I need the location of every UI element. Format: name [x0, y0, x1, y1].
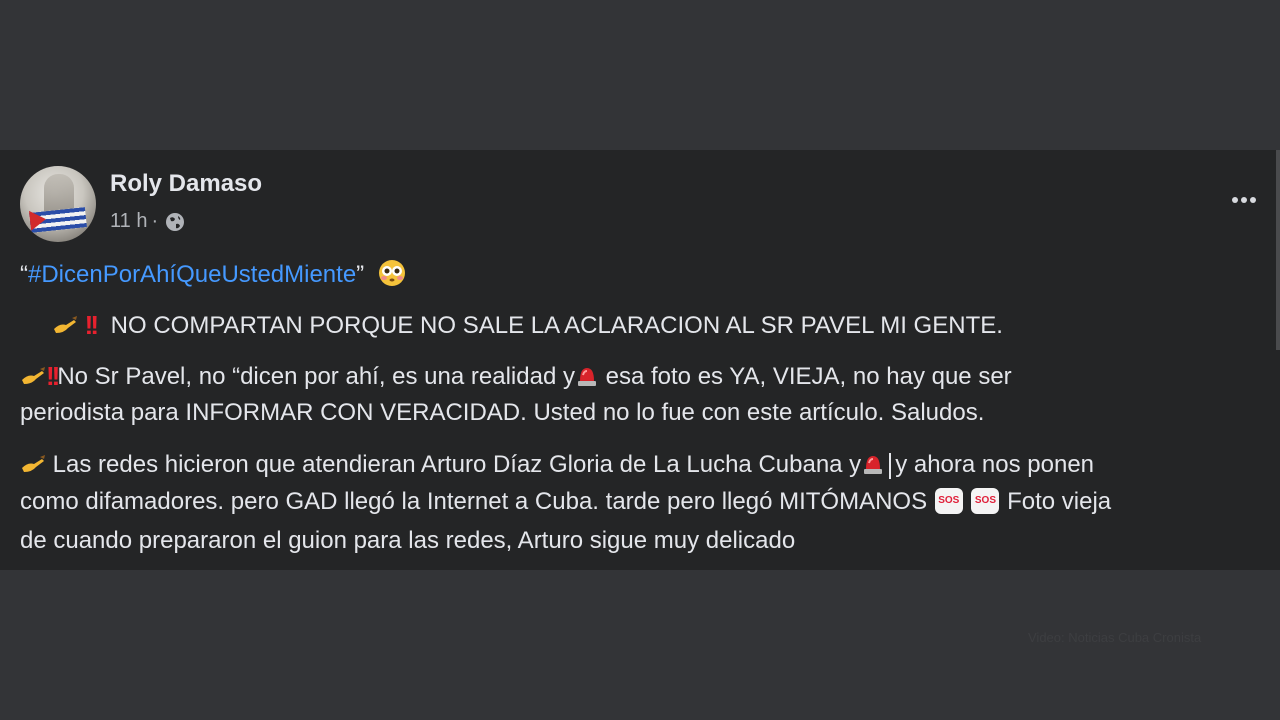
- flushed-face-icon: [378, 259, 405, 286]
- paragraph-1: !! NO COMPARTAN PORQUE NO SALE LA ACLARA…: [52, 308, 1003, 345]
- quote-close: ”: [356, 261, 365, 288]
- text-cursor: [889, 452, 892, 479]
- writing-hand-icon: [22, 454, 45, 472]
- paragraph-2-text-b: esa foto es YA, VIEJA, no hay que ser: [598, 363, 1012, 390]
- quote-open: “: [20, 261, 28, 288]
- author-name[interactable]: Roly Damaso: [110, 170, 262, 198]
- paragraph-2-line-2: periodista para INFORMAR CON VERACIDAD. …: [20, 399, 985, 426]
- double-exclamation-icon: !!: [46, 360, 60, 391]
- sos-icon: SOS: [971, 487, 1000, 514]
- paragraph-2: !!No Sr Pavel, no “dicen por ahí, es una…: [20, 359, 1012, 396]
- police-light-icon: [577, 367, 596, 386]
- paragraph-3-line-2: como difamadores. pero GAD llegó la Inte…: [20, 484, 1111, 520]
- paragraph-3-line-2-text-a: como difamadores. pero GAD llegó la Inte…: [20, 488, 934, 515]
- more-options-icon-dot: [1241, 197, 1247, 203]
- globe-icon: [166, 212, 185, 231]
- scrollbar[interactable]: [1276, 150, 1280, 350]
- paragraph-3-line-2-text-b: Foto vieja: [1000, 488, 1112, 515]
- police-light-icon: [864, 455, 883, 474]
- paragraph-3-line-3: de cuando prepararon el guion para las r…: [20, 527, 796, 554]
- more-options-icon: [1232, 197, 1238, 203]
- page: Roly Damaso 11 h · “#DicenPorAhíQueUsted…: [0, 0, 1280, 720]
- sos-icon: SOS: [934, 487, 963, 514]
- writing-hand-icon: [22, 366, 45, 384]
- paragraph-3-text-a: Las redes hicieron que atendieran Arturo…: [46, 451, 862, 478]
- avatar-flag-triangle: [28, 209, 48, 231]
- hashtag-link[interactable]: #DicenPorAhíQueUstedMiente: [28, 261, 356, 288]
- hashtag-line: “#DicenPorAhíQueUstedMiente”: [20, 257, 407, 293]
- paragraph-3-text-b: y ahora nos ponen: [895, 451, 1095, 478]
- watermark: Video: Noticias Cuba Cronista: [1028, 630, 1202, 645]
- paragraph-3: Las redes hicieron que atendieran Arturo…: [20, 447, 1094, 483]
- post-meta: 11 h ·: [110, 210, 185, 233]
- more-options-icon-dot: [1250, 197, 1256, 203]
- writing-hand-icon: [54, 315, 77, 333]
- meta-separator: ·: [151, 210, 159, 232]
- post-time[interactable]: 11 h: [110, 210, 147, 233]
- more-options-button[interactable]: [1222, 186, 1266, 214]
- paragraph-1-text: NO COMPARTAN PORQUE NO SALE LA ACLARACIO…: [110, 312, 1003, 339]
- avatar[interactable]: [20, 166, 96, 242]
- paragraph-2-text-a: No Sr Pavel, no “dicen por ahí, es una r…: [57, 363, 575, 390]
- double-exclamation-icon: !!: [84, 309, 99, 340]
